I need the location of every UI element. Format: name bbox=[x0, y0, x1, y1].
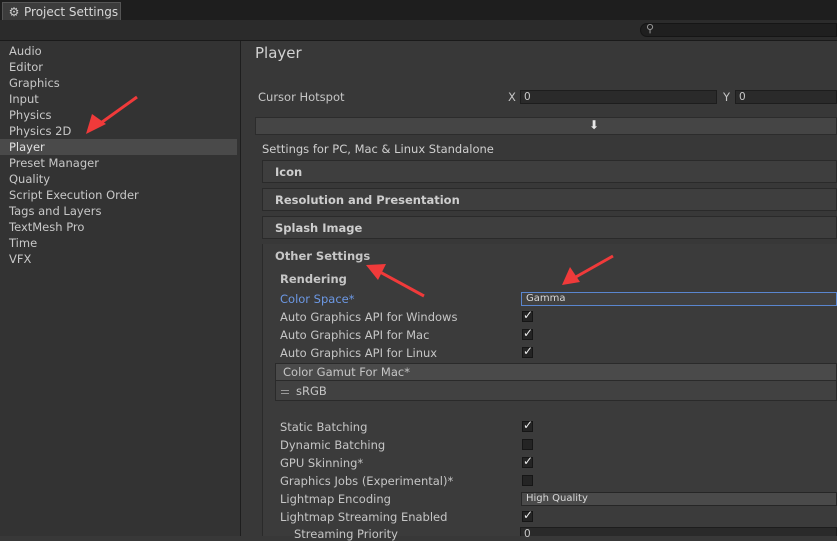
arrow-to-player bbox=[97, 95, 138, 127]
arrow-to-colorspace bbox=[573, 254, 614, 280]
arrow-to-rendering bbox=[379, 270, 425, 298]
annotation-arrows bbox=[86, 95, 614, 298]
arrow-to-player-head bbox=[86, 114, 106, 134]
